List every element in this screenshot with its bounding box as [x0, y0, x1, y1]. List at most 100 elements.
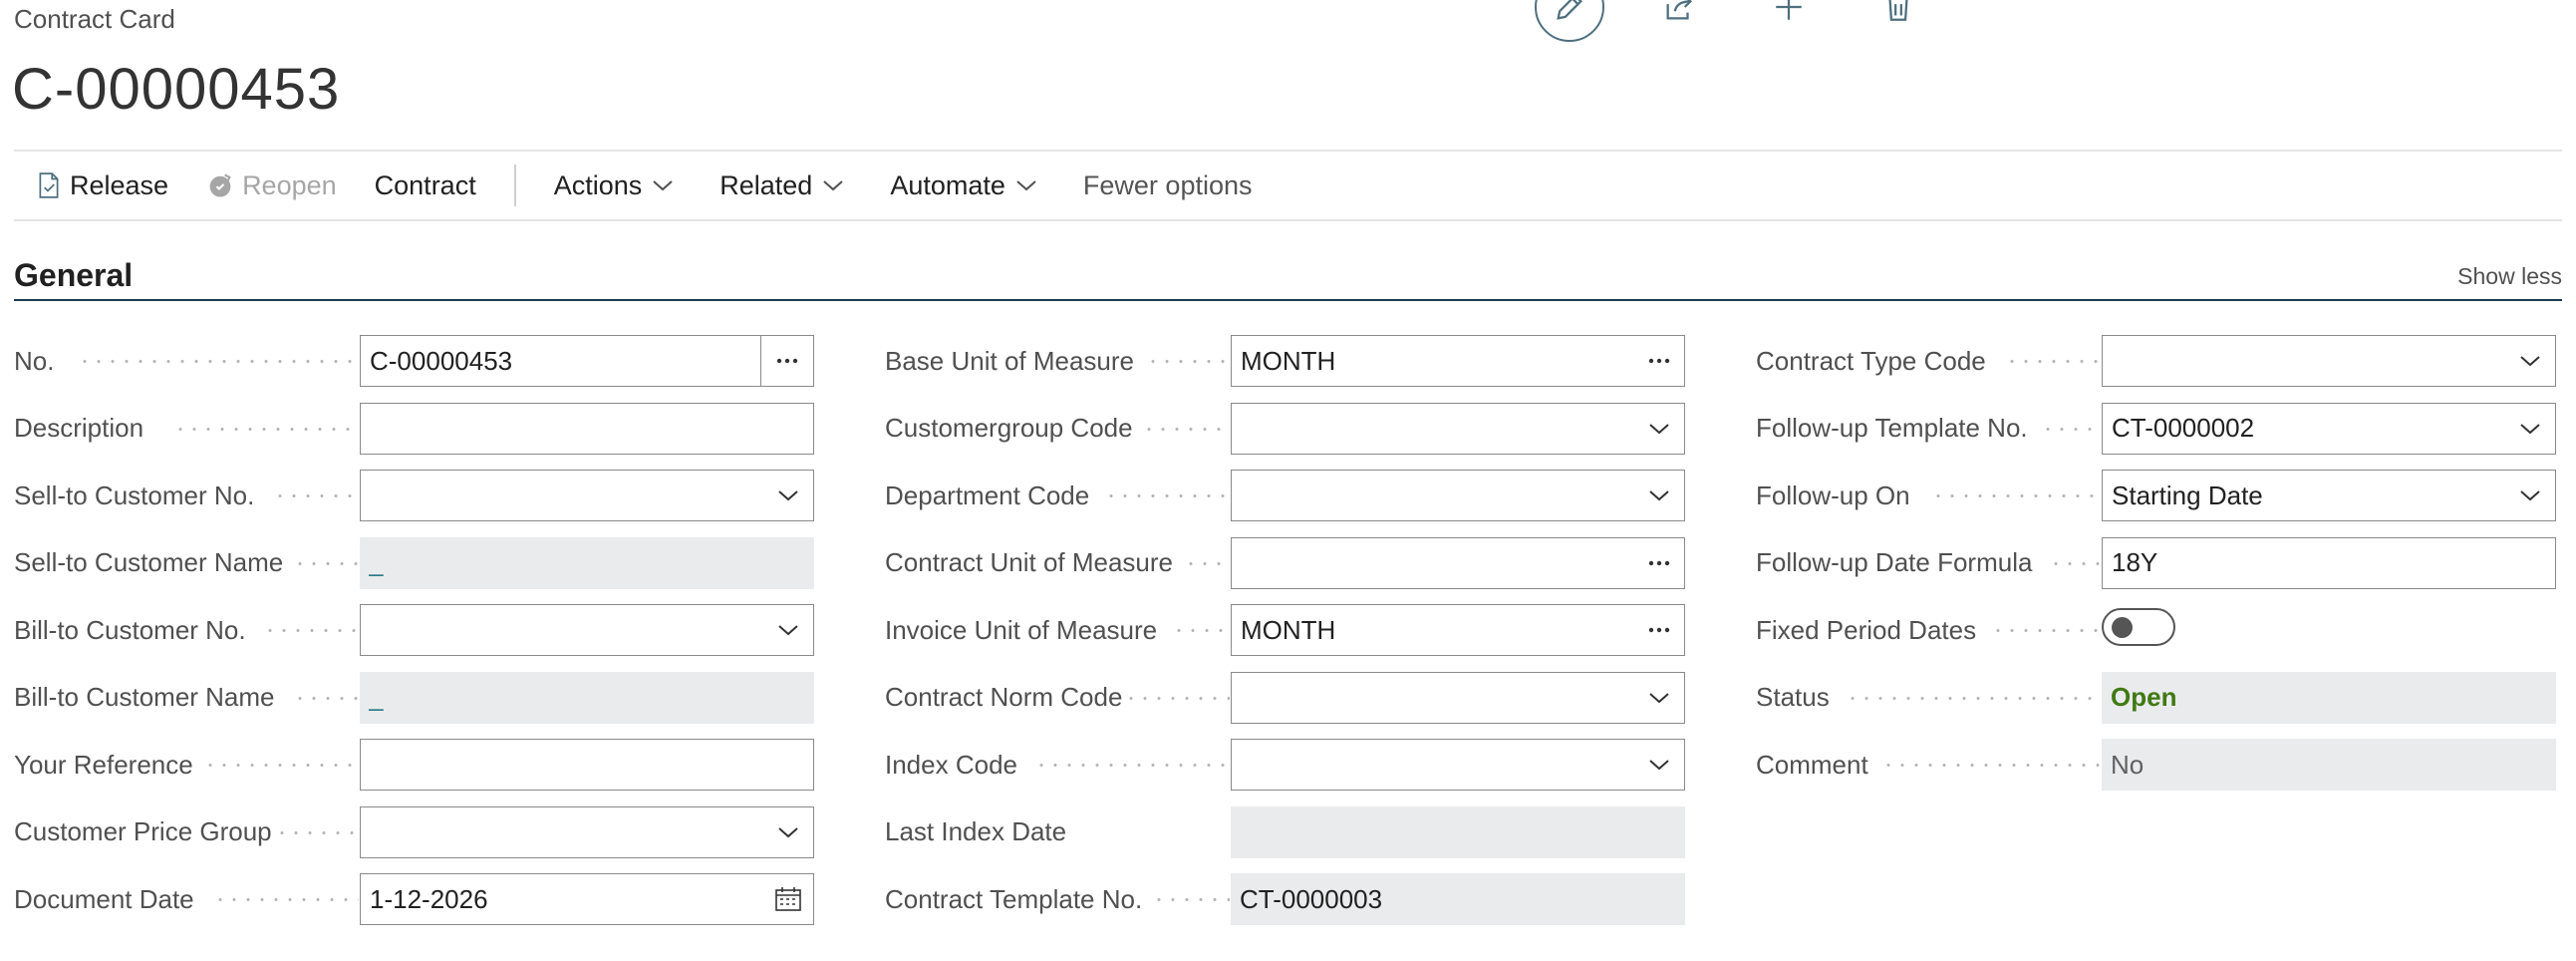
- edit-button[interactable]: [1535, 0, 1604, 42]
- contract-label: Contract: [374, 169, 476, 200]
- description-input[interactable]: [360, 402, 814, 455]
- fewer-options-button[interactable]: Fewer options: [1083, 170, 1253, 201]
- leader-dots: [1881, 764, 2101, 767]
- bill-to-customer-name-field[interactable]: _: [360, 671, 814, 724]
- field-value: Starting Date: [2112, 480, 2263, 510]
- sell-to-customer-no-select[interactable]: [360, 470, 814, 521]
- fixed-period-dates-toggle[interactable]: [2102, 608, 2175, 646]
- chevron-down-icon: [2520, 490, 2540, 501]
- reopen-button[interactable]: Reopen: [206, 170, 337, 201]
- add-icon: [1776, 0, 1802, 20]
- reopen-icon: [209, 173, 231, 197]
- field-label: Follow-up Date Formula: [1756, 547, 2033, 577]
- field-value: 1-12-2026: [370, 883, 488, 914]
- field-label: Contract Unit of Measure: [885, 547, 1174, 577]
- field-row-no: No. C-00000453: [14, 335, 814, 403]
- show-less-button[interactable]: Show less: [2457, 263, 2562, 290]
- field-label: Comment: [1756, 749, 1868, 780]
- sell-to-customer-name-field[interactable]: _: [360, 536, 814, 589]
- bill-to-customer-no-select[interactable]: [360, 604, 814, 656]
- leader-dots: [1184, 561, 1230, 565]
- follow-up-date-formula-input[interactable]: 18Y: [2102, 536, 2556, 589]
- contract-unit-of-measure-input[interactable]: [1231, 536, 1685, 589]
- leader-dots: [293, 696, 359, 700]
- no-input[interactable]: C-00000453: [360, 335, 763, 387]
- chevron-down-icon: [653, 180, 673, 191]
- base-unit-of-measure-input[interactable]: MONTH: [1231, 335, 1685, 387]
- field-label: Contract Type Code: [1756, 345, 1986, 376]
- leader-dots: [1172, 629, 1230, 632]
- new-button[interactable]: [1754, 0, 1824, 42]
- leader-dots: [293, 561, 359, 565]
- document-date-input[interactable]: 1-12-2026: [360, 873, 814, 925]
- last-index-date-field: [1231, 805, 1685, 858]
- field-row-comment: Comment No: [1756, 739, 2556, 806]
- leader-dots: [2005, 360, 2101, 363]
- leader-dots: [263, 629, 359, 632]
- follow-up-on-select[interactable]: Starting Date: [2102, 470, 2556, 521]
- chevron-down-icon: [1649, 490, 1669, 501]
- field-label: Customergroup Code: [885, 413, 1133, 443]
- field-label: Follow-up Template No.: [1756, 413, 2028, 443]
- field-value: _: [369, 547, 384, 577]
- release-button[interactable]: Release: [36, 170, 168, 201]
- field-row-bill-to-no: Bill-to Customer No.: [14, 604, 814, 672]
- follow-up-template-no-select[interactable]: CT-0000002: [2102, 402, 2556, 455]
- more-icon[interactable]: [1648, 627, 1670, 633]
- field-label: Sell-to Customer Name: [14, 547, 284, 577]
- release-document-icon: [39, 172, 59, 198]
- customergroup-code-select[interactable]: [1231, 402, 1685, 455]
- related-label: Related: [719, 169, 813, 200]
- field-row-template-no: Contract Template No. CT-0000003: [885, 873, 1685, 941]
- field-label: Base Unit of Measure: [885, 345, 1135, 376]
- field-value: No: [2111, 749, 2145, 780]
- chevron-down-icon: [778, 826, 798, 837]
- actions-menu[interactable]: Actions: [554, 170, 683, 201]
- leader-dots: [1146, 360, 1230, 363]
- invoice-unit-of-measure-input[interactable]: MONTH: [1231, 604, 1685, 656]
- field-row-norm-code: Contract Norm Code: [885, 671, 1685, 740]
- calendar-icon[interactable]: [774, 886, 802, 912]
- field-label: Department Code: [885, 480, 1090, 510]
- no-assist-button[interactable]: [760, 335, 814, 387]
- share-button[interactable]: [1644, 0, 1714, 42]
- chevron-down-icon: [2520, 356, 2540, 367]
- field-row-description: Description: [14, 402, 814, 471]
- your-reference-input[interactable]: [360, 739, 814, 791]
- leader-dots: [273, 494, 359, 497]
- more-icon[interactable]: [1648, 560, 1670, 566]
- field-row-followup-template: Follow-up Template No. CT-0000002: [1756, 402, 2556, 471]
- field-label: Follow-up On: [1756, 480, 1910, 510]
- field-value: 18Y: [2112, 547, 2158, 577]
- field-row-price-group: Customer Price Group: [14, 805, 814, 874]
- contract-norm-code-select[interactable]: [1231, 671, 1685, 724]
- leader-dots: [173, 427, 359, 431]
- section-divider: [14, 299, 2562, 301]
- leader-dots: [203, 764, 359, 767]
- contract-menu[interactable]: Contract: [375, 170, 476, 201]
- field-label: Sell-to Customer No.: [14, 480, 255, 510]
- leader-dots: [1124, 696, 1230, 700]
- field-label: Status: [1756, 682, 1830, 712]
- automate-menu[interactable]: Automate: [890, 170, 1045, 201]
- field-label: Document Date: [14, 883, 194, 914]
- leader-dots: [2049, 561, 2101, 565]
- page-title: C-00000453: [12, 57, 341, 122]
- general-column-2: Base Unit of Measure MONTH Customergroup…: [885, 335, 1685, 941]
- more-icon[interactable]: [1648, 358, 1670, 364]
- department-code-select[interactable]: [1231, 470, 1685, 521]
- field-value: CT-0000003: [1240, 883, 1383, 914]
- delete-button[interactable]: [1863, 0, 1933, 42]
- leader-dots: [1991, 629, 2101, 632]
- customer-price-group-select[interactable]: [360, 805, 814, 858]
- chevron-down-icon: [1649, 423, 1669, 434]
- index-code-select[interactable]: [1231, 739, 1685, 791]
- leader-dots: [1846, 696, 2101, 700]
- chevron-down-icon: [778, 490, 798, 501]
- reopen-label: Reopen: [242, 169, 337, 200]
- leader-dots: [1931, 494, 2101, 497]
- field-label: Last Index Date: [885, 816, 1067, 846]
- contract-type-code-select[interactable]: [2102, 335, 2556, 387]
- status-field: Open: [2102, 671, 2556, 724]
- related-menu[interactable]: Related: [719, 170, 852, 201]
